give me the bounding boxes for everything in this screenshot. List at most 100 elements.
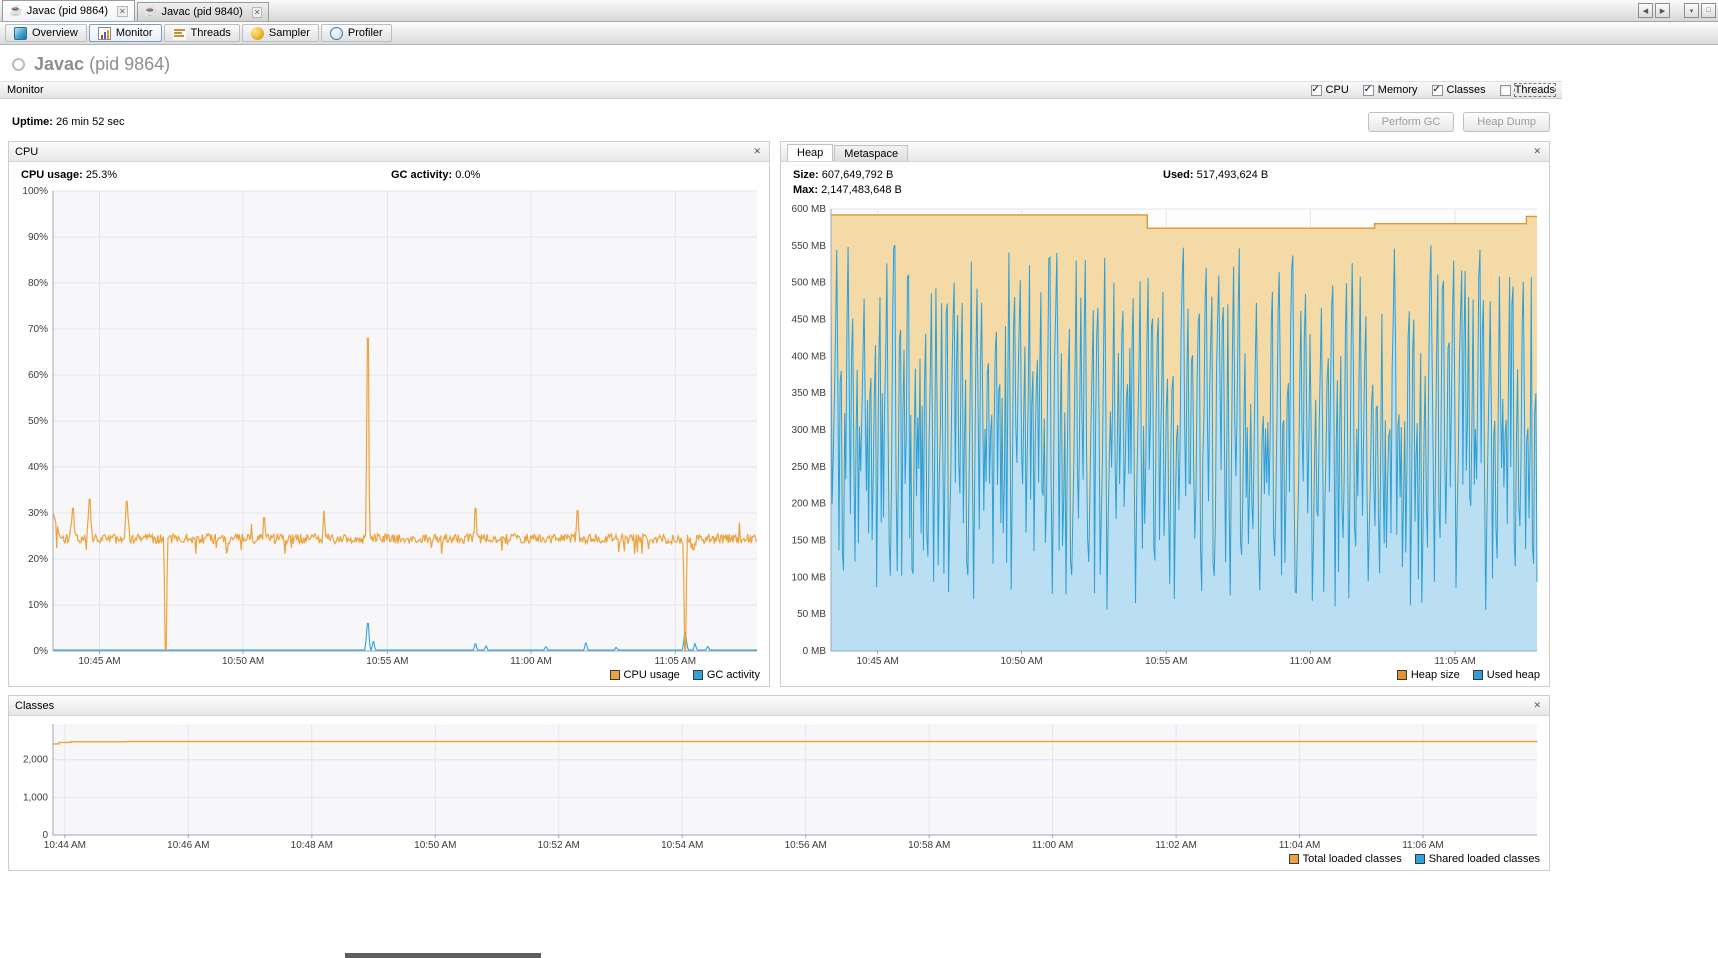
tab-label: Monitor: [115, 27, 153, 39]
classes-panel: Classes ✕ 10:44 AM 10:46 AM 10:48 AM 10:50 …: [8, 695, 1550, 871]
tab-label: Sampler: [268, 27, 310, 39]
cpu-chart: 10:45 AM 10:50 AM 10:55 AM 11:00 AM 11:05 AM…: [13, 186, 765, 667]
svg-text:450 MB: 450 MB: [792, 315, 827, 326]
close-icon[interactable]: ✕: [1531, 146, 1543, 157]
svg-text:10:50 AM: 10:50 AM: [414, 840, 456, 851]
legend-label: Shared loaded classes: [1428, 853, 1540, 865]
section-title: Monitor: [7, 84, 44, 96]
scroll-tabs-left-icon[interactable]: ◀: [1638, 3, 1653, 18]
heap-size-value: 607,649,792 B: [821, 169, 894, 181]
tab-threads[interactable]: Threads: [163, 24, 240, 42]
tab-sampler[interactable]: Sampler: [241, 24, 319, 42]
close-icon[interactable]: ✕: [251, 6, 263, 18]
heap-panel: Heap Metaspace ✕ Size: 607,649,792 B Max…: [780, 141, 1550, 687]
heap-size-label: Size:: [793, 169, 819, 181]
svg-text:10:55 AM: 10:55 AM: [1145, 656, 1187, 667]
legend-label: Total loaded classes: [1302, 853, 1402, 865]
svg-text:200 MB: 200 MB: [792, 499, 827, 510]
gc-activity-value: 0.0%: [455, 169, 481, 181]
close-icon[interactable]: ✕: [751, 146, 763, 157]
monitor-icon: [97, 26, 111, 40]
heap-max-value: 2,147,483,648 B: [821, 184, 902, 196]
cpu-usage-swatch: [609, 670, 620, 680]
svg-text:150 MB: 150 MB: [792, 536, 827, 547]
legend-item: GC activity: [692, 669, 760, 681]
scroll-tabs-right-icon[interactable]: ▶: [1655, 3, 1670, 18]
cpu-stats: CPU usage: 25.3% GC activity: 0.0%: [9, 162, 769, 183]
cpu-panel-header: CPU ✕: [9, 142, 769, 162]
close-icon[interactable]: ✕: [1531, 700, 1543, 711]
svg-text:20%: 20%: [28, 554, 48, 565]
svg-text:10:46 AM: 10:46 AM: [167, 840, 209, 851]
tab-list-icon[interactable]: ▾: [1684, 3, 1699, 18]
perform-gc-button[interactable]: Perform GC: [1367, 112, 1455, 132]
cpu-checkbox-box[interactable]: [1310, 84, 1322, 96]
svg-text:100%: 100%: [22, 186, 48, 197]
heap-legend: Heap size Used heap: [781, 667, 1549, 686]
document-tab-bar: ☕ Javac (pid 9864) ✕ ☕ Javac (pid 9840) …: [0, 0, 1718, 22]
heap-stats: Size: 607,649,792 B Max: 2,147,483,648 B…: [781, 162, 1549, 201]
svg-text:1,000: 1,000: [23, 792, 48, 803]
cpu-checkbox[interactable]: CPU: [1310, 84, 1349, 96]
classes-checkbox[interactable]: Classes: [1431, 84, 1486, 96]
document-tab-javac-9864[interactable]: ☕ Javac (pid 9864) ✕: [2, 0, 135, 21]
svg-text:11:05 AM: 11:05 AM: [1434, 656, 1476, 667]
profiler-icon: [329, 26, 343, 40]
view-toolbar: Overview Monitor Threads Sampler Profile…: [0, 22, 1718, 45]
document-tab-javac-9840[interactable]: ☕ Javac (pid 9840) ✕: [136, 2, 270, 21]
gc-activity-swatch: [692, 670, 703, 680]
cpu-checkbox-label: CPU: [1325, 84, 1349, 96]
svg-text:0 MB: 0 MB: [803, 646, 827, 657]
heap-dump-button[interactable]: Heap Dump: [1463, 112, 1550, 132]
threads-checkbox-box[interactable]: [1499, 84, 1511, 96]
svg-text:600 MB: 600 MB: [792, 204, 827, 215]
charts-row: CPU ✕ CPU usage: 25.3% GC activity: 0.0%…: [8, 141, 1554, 687]
svg-text:11:00 AM: 11:00 AM: [1290, 656, 1332, 667]
document-tab-label: Javac (pid 9864): [26, 5, 109, 17]
svg-text:11:00 AM: 11:00 AM: [1032, 840, 1074, 851]
taskbar-fragment: [345, 953, 541, 958]
java-icon: ☕: [9, 4, 23, 17]
tab-heap[interactable]: Heap: [787, 144, 834, 161]
maximize-window-icon[interactable]: □: [1701, 3, 1716, 18]
svg-text:350 MB: 350 MB: [792, 388, 827, 399]
cpu-usage-value: 25.3%: [85, 169, 118, 181]
svg-text:10:50 AM: 10:50 AM: [222, 656, 264, 667]
svg-text:400 MB: 400 MB: [792, 351, 827, 362]
svg-text:10:52 AM: 10:52 AM: [538, 840, 580, 851]
tab-monitor[interactable]: Monitor: [88, 24, 162, 42]
close-icon[interactable]: ✕: [117, 5, 128, 17]
process-status-icon: [12, 58, 25, 71]
svg-text:80%: 80%: [28, 278, 48, 289]
svg-text:10:50 AM: 10:50 AM: [1000, 656, 1042, 667]
tab-profiler[interactable]: Profiler: [320, 24, 392, 42]
total-loaded-classes-swatch: [1288, 854, 1299, 864]
memory-checkbox[interactable]: Memory: [1362, 84, 1418, 96]
heap-used-value: 517,493,624 B: [1196, 169, 1269, 181]
shared-loaded-classes-swatch: [1414, 854, 1425, 864]
tab-metaspace[interactable]: Metaspace: [834, 145, 909, 161]
legend-item: Total loaded classes: [1288, 853, 1402, 865]
overview-icon: [14, 26, 27, 40]
svg-text:11:04 AM: 11:04 AM: [1279, 840, 1321, 851]
memory-checkbox-box[interactable]: [1362, 84, 1374, 96]
heap-size-swatch: [1396, 670, 1407, 680]
tab-label: Profiler: [347, 27, 383, 39]
classes-checkbox-box[interactable]: [1431, 84, 1443, 96]
tab-overview[interactable]: Overview: [5, 24, 87, 42]
java-icon: ☕: [143, 5, 158, 18]
svg-text:70%: 70%: [28, 324, 48, 335]
classes-panel-title: Classes: [15, 699, 55, 712]
legend-label: GC activity: [706, 669, 760, 681]
tabstrip-controls: ◀ ▶ ▾ □: [1638, 3, 1716, 18]
heap-used-label: Used:: [1163, 169, 1194, 181]
legend-item: Heap size: [1396, 669, 1460, 681]
legend-label: Heap size: [1410, 669, 1460, 681]
threads-checkbox[interactable]: Threads: [1499, 83, 1557, 97]
legend-item: Shared loaded classes: [1414, 853, 1540, 865]
svg-text:10:45 AM: 10:45 AM: [856, 656, 898, 667]
process-pid: (pid 9864): [89, 54, 171, 74]
svg-text:10:55 AM: 10:55 AM: [366, 656, 408, 667]
classes-checkbox-label: Classes: [1446, 84, 1486, 96]
svg-text:10%: 10%: [28, 600, 48, 611]
